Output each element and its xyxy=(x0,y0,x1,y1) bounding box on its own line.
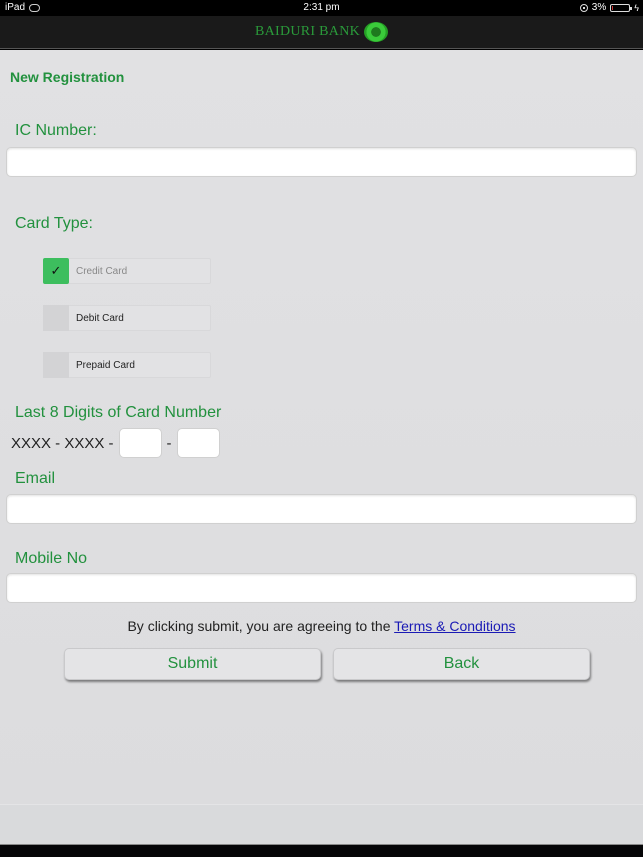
checkbox-icon[interactable] xyxy=(43,305,69,331)
mobile-input[interactable] xyxy=(6,573,637,603)
nav-bar: BAIDURI BANK xyxy=(0,16,643,49)
checkmark-icon[interactable]: ✓ xyxy=(43,258,69,284)
terms-link[interactable]: Terms & Conditions xyxy=(394,618,515,634)
email-label: Email xyxy=(15,470,56,487)
card-option-credit[interactable]: ✓ Credit Card xyxy=(43,258,211,284)
page-title: New Registration xyxy=(10,69,125,85)
battery-percent: 3% xyxy=(591,2,607,13)
card-option-label: Credit Card xyxy=(76,265,128,277)
checkbox-icon[interactable] xyxy=(43,352,69,378)
mobile-label: Mobile No xyxy=(15,550,88,567)
card-digits-separator: - xyxy=(166,434,172,452)
card-digits-row: XXXX - XXXX - - xyxy=(11,428,225,458)
charging-icon: ϟ xyxy=(634,2,639,13)
card-option-label: Prepaid Card xyxy=(76,359,135,371)
ic-number-label: IC Number: xyxy=(15,122,97,139)
card-type-label: Card Type: xyxy=(15,215,93,232)
card-option-prepaid[interactable]: Prepaid Card xyxy=(43,352,211,378)
rotation-lock-icon xyxy=(579,3,588,12)
bottom-bar xyxy=(0,844,643,857)
agreement-text: By clicking submit, you are agreeing to … xyxy=(127,618,395,634)
terms-agreement: By clicking submit, you are agreeing to … xyxy=(0,618,643,634)
registration-form: New Registration IC Number: Card Type: ✓… xyxy=(0,50,643,844)
email-input[interactable] xyxy=(6,494,637,524)
brand-name: BAIDURI BANK xyxy=(254,24,361,39)
card-digits-part2-input[interactable] xyxy=(176,428,220,458)
back-button[interactable]: Back xyxy=(333,648,590,680)
clock: 2:31 pm xyxy=(303,2,340,13)
baiduri-logo-icon xyxy=(364,22,389,42)
submit-button[interactable]: Submit xyxy=(64,648,321,680)
ic-number-input[interactable] xyxy=(6,147,637,177)
card-mask-prefix: XXXX - XXXX - xyxy=(11,434,114,452)
card-option-label: Debit Card xyxy=(76,312,124,324)
card-digits-label: Last 8 Digits of Card Number xyxy=(15,404,222,421)
footer-strip xyxy=(0,804,643,844)
battery-icon xyxy=(610,3,633,12)
card-digits-part1-input[interactable] xyxy=(118,428,162,458)
card-option-debit[interactable]: Debit Card xyxy=(43,305,211,331)
status-bar: iPad 2:31 pm 3% ϟ xyxy=(0,0,643,16)
